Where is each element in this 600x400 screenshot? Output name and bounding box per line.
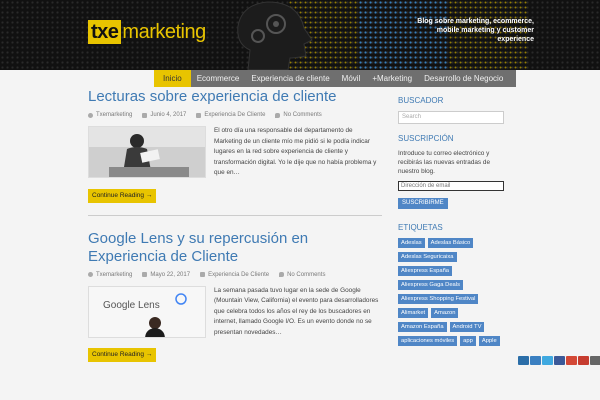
post-divider [88,214,382,216]
post-category[interactable]: Experiencia De Cliente [204,112,265,118]
logo-box-text: txe [88,20,122,44]
post-title[interactable]: Lecturas sobre experiencia de cliente [88,88,382,106]
tag-link[interactable]: aplicaciones móviles [398,336,458,346]
tag-link[interactable]: Adeslas Seguricaixa [398,252,457,262]
post-meta: Txemarketing Mayo 22, 2017 Experiencia D… [88,272,382,278]
tag-link[interactable]: Amazon España [398,322,447,332]
nav-item-ecommerce[interactable]: Ecommerce [191,70,246,87]
tag-link[interactable]: Adeslas Básico [427,238,474,248]
calendar-icon [142,272,148,277]
nav-item-marketing[interactable]: +Marketing [366,70,418,87]
delicious-icon[interactable] [530,356,541,365]
continue-reading-button[interactable]: Continue Reading → [88,188,157,203]
search-input[interactable]: Search [398,111,504,124]
nav-item-inicio[interactable]: Inicio [154,70,191,87]
post-title[interactable]: Google Lens y su repercusión en Experien… [88,230,382,266]
site-logo[interactable]: txe marketing [88,20,206,44]
tag-link[interactable]: Apple [478,336,500,346]
post-author[interactable]: Txemarketing [96,112,132,118]
tag-cloud: Adeslas Adeslas Básico Adeslas Seguricaixa… [398,238,508,350]
linkedin-icon[interactable] [518,356,529,365]
site-tagline: Blog sobre marketing, ecommerce, mobile … [417,18,534,43]
continue-reading-button[interactable]: Continue Reading → [88,348,157,362]
tag-link[interactable]: Aliexpress España [398,266,453,276]
tag-link[interactable]: Aliexpress Shopping Festival [398,294,479,304]
tag-link[interactable]: Amazon [431,308,459,318]
woman-reading-image [89,127,205,177]
page: txe marketing Blog sobre marketing, ecom… [0,0,600,400]
post-excerpt: El otro día una responsable del departam… [214,127,377,176]
print-icon[interactable] [590,356,600,365]
post-comments[interactable]: No Comments [283,112,321,118]
post-date: Mayo 22, 2017 [150,271,191,278]
google-lens-thumb-text: Google Lens [103,300,160,311]
tag-link[interactable]: Aliexpress Gaga Deals [398,280,463,290]
google-lens-image: Google Lens [89,286,205,337]
tags-widget-title: ETIQUETAS [398,223,443,232]
comment-icon [275,112,281,118]
post-comments[interactable]: No Comments [287,272,325,278]
search-widget-title: BUSCADOR [398,96,444,105]
user-icon [88,112,93,118]
tag-link[interactable]: Android TV [449,322,485,332]
sidebar: BUSCADOR Search SUSCRIPCIÓN Introduce tu… [398,96,508,350]
subscribe-button[interactable]: SUSCRIBIRME [398,198,448,209]
tag-link[interactable]: Adeslas [398,238,425,248]
post-item: Lecturas sobre experiencia de cliente Tx… [88,88,382,203]
post-thumbnail-google-lens[interactable]: Google Lens [88,285,206,338]
facebook-icon[interactable] [554,356,565,365]
post-meta: Txemarketing Junio 4, 2017 Experiencia D… [88,112,382,118]
share-bar [517,356,600,365]
nav-item-movil[interactable]: Móvil [336,70,367,87]
nav-item-desarrollo[interactable]: Desarrollo de Negocio [418,70,509,87]
post-category[interactable]: Experiencia De Cliente [208,272,269,278]
main-nav: Inicio Ecommerce Experiencia de cliente … [154,70,516,87]
post-excerpt: La semana pasada tuvo lugar en la sede d… [214,286,379,336]
twitter-icon[interactable] [542,356,553,365]
site-header: txe marketing Blog sobre marketing, ecom… [0,0,600,70]
subscribe-widget-title: SUSCRIPCIÓN [398,134,454,143]
tag-link[interactable]: app [460,336,476,346]
post-item: Google Lens y su repercusión en Experien… [88,230,382,362]
comment-icon [279,272,285,277]
tag-link[interactable]: Alimarket [398,308,429,318]
folder-icon [200,272,206,277]
nav-item-experiencia[interactable]: Experiencia de cliente [245,70,335,87]
calendar-icon [142,112,148,118]
post-thumbnail-woman-reading[interactable] [88,126,206,178]
gmail-icon[interactable] [578,356,589,365]
post-author[interactable]: Txemarketing [96,272,132,278]
user-icon [88,272,93,277]
logo-rest-text: marketing [122,20,206,43]
googleplus-icon[interactable] [566,356,577,365]
folder-icon [196,112,202,118]
subscribe-description: Introduce tu correo electrónico y recibi… [398,150,491,175]
email-field[interactable]: Dirección de email [398,181,504,191]
post-list: Lecturas sobre experiencia de cliente Tx… [88,88,382,400]
post-date: Junio 4, 2017 [150,112,187,118]
